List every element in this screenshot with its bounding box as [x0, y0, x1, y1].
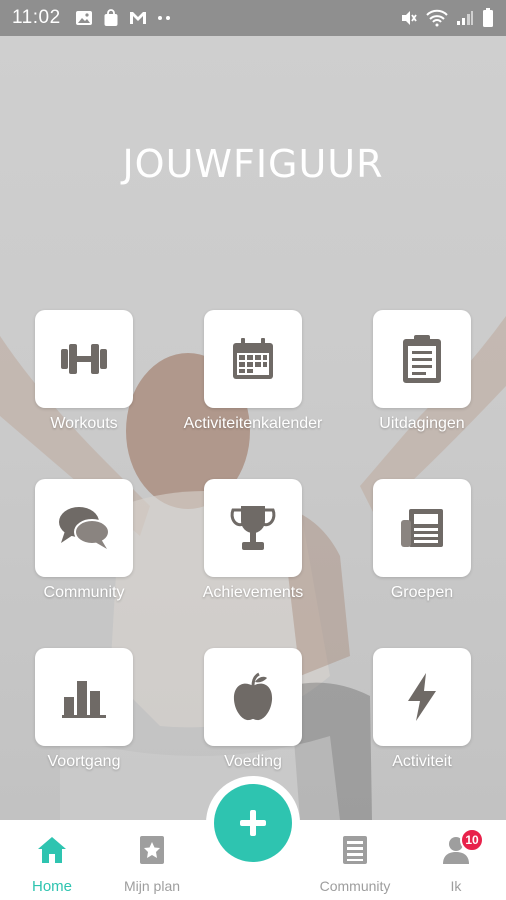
dumbbell-icon: [61, 344, 107, 374]
star-plan-icon: [139, 834, 165, 866]
nav-ik-label: Ik: [450, 878, 462, 894]
status-bar: 11:02: [0, 0, 506, 36]
tile-groepen-box[interactable]: [373, 479, 471, 577]
app-logo: JOUWFIGUUR: [122, 142, 384, 186]
add-button-ring: [206, 776, 300, 870]
bar-chart-icon: [62, 681, 106, 718]
nav-mijn-plan-label: Mijn plan: [123, 878, 181, 894]
tile-voeding-label: Voeding: [224, 753, 282, 770]
newspaper-icon: [401, 509, 443, 547]
mute-icon: [400, 9, 418, 27]
tile-uitdagingen-label: Uitdagingen: [379, 415, 465, 432]
wifi-icon: [426, 9, 448, 27]
tile-activiteit-box[interactable]: [373, 648, 471, 746]
tile-voeding-box[interactable]: [204, 648, 302, 746]
status-time: 11:02: [12, 7, 61, 28]
tile-activiteitenkalender-box[interactable]: [204, 310, 302, 408]
tile-voortgang-label: Voortgang: [47, 753, 121, 770]
gmail-icon: [129, 11, 147, 25]
chat-bubbles-icon: [59, 507, 110, 549]
nav-home[interactable]: Home: [2, 820, 102, 900]
add-button[interactable]: [214, 784, 292, 862]
system-icons: [400, 8, 494, 28]
trophy-icon: [230, 506, 276, 550]
nav-ik[interactable]: 10 Ik: [406, 820, 506, 900]
nav-community[interactable]: Community: [305, 820, 405, 900]
clipboard-icon: [403, 335, 441, 383]
tile-workouts[interactable]: Workouts: [0, 310, 169, 434]
tile-voortgang-box[interactable]: [35, 648, 133, 746]
more-dots-icon: [157, 15, 173, 21]
gallery-icon: [75, 10, 93, 26]
tile-groepen-label: Groepen: [390, 584, 454, 601]
tile-community[interactable]: Community: [0, 479, 169, 603]
notification-badge: 10: [460, 828, 484, 852]
calendar-icon: [233, 338, 273, 379]
tile-achievements-label: Achievements: [202, 584, 304, 601]
list-icon: [342, 834, 368, 866]
shopping-bag-icon: [103, 9, 119, 27]
home-icon: [37, 834, 67, 866]
tile-workouts-label: Workouts: [50, 415, 118, 432]
tile-groepen[interactable]: Groepen: [337, 479, 506, 603]
signal-icon: [456, 10, 474, 26]
tile-voortgang[interactable]: Voortgang: [0, 648, 169, 772]
profile-icon: 10: [442, 828, 484, 866]
apple-icon: [233, 672, 273, 721]
tile-uitdagingen[interactable]: Uitdagingen: [337, 310, 506, 434]
nav-community-label: Community: [319, 878, 391, 894]
tile-community-label: Community: [43, 584, 125, 601]
tile-activiteit[interactable]: Activiteit: [337, 648, 506, 772]
battery-icon: [482, 8, 494, 28]
notification-icons: [75, 9, 173, 27]
tile-activiteit-label: Activiteit: [392, 753, 452, 770]
tile-uitdagingen-box[interactable]: [373, 310, 471, 408]
tile-activiteitenkalender[interactable]: Activiteitenkalender: [168, 310, 338, 434]
lightning-icon: [408, 673, 436, 721]
tile-activiteitenkalender-label: Activiteitenkalender: [183, 415, 323, 432]
nav-home-label: Home: [31, 878, 72, 895]
tile-community-box[interactable]: [35, 479, 133, 577]
tile-voeding[interactable]: Voeding: [168, 648, 338, 772]
nav-mijn-plan[interactable]: Mijn plan: [102, 820, 202, 900]
tile-achievements-box[interactable]: [204, 479, 302, 577]
tile-workouts-box[interactable]: [35, 310, 133, 408]
tile-achievements[interactable]: Achievements: [168, 479, 338, 603]
plus-icon: [240, 810, 266, 836]
